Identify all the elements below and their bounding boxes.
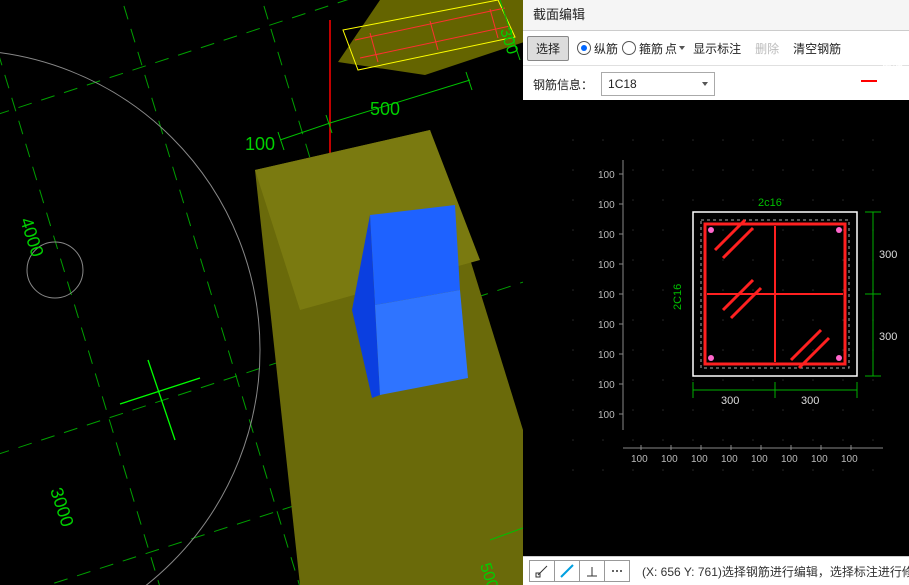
dim-3000: 3000: [46, 485, 77, 529]
legend-stirrup: 箍筋: [861, 74, 903, 88]
radio-dot-icon: [577, 41, 591, 55]
snap-midpoint-icon[interactable]: [555, 560, 580, 582]
rebar-info-row: 钢筋信息： 1C18: [523, 66, 909, 103]
section-vtick: 100: [598, 170, 615, 181]
section-vtick: 100: [598, 410, 615, 421]
radio-label: 纵筋: [594, 40, 618, 57]
section-left-label: 2C16: [672, 284, 684, 310]
clear-rebar-button[interactable]: 清空钢筋: [787, 40, 847, 57]
legend-swatch-corner: [861, 66, 877, 68]
section-dim-right-2: 300: [879, 331, 897, 343]
legend: 角筋 箍筋: [861, 60, 903, 88]
radio-stirrup[interactable]: 箍筋: [622, 40, 663, 57]
rebar-info-label: 钢筋信息：: [533, 76, 593, 93]
status-bar: (X: 656 Y: 761)选择钢筋进行编辑，选择标注进行修: [523, 556, 909, 585]
section-htick: 100: [691, 454, 708, 465]
dim-100: 100: [245, 134, 275, 154]
legend-label: 角筋: [881, 60, 903, 74]
section-vtick: 100: [598, 200, 615, 211]
status-message: )选择钢筋进行编辑，选择标注进行修: [718, 565, 909, 579]
status-fragment: (X:: [642, 565, 661, 579]
status-fragment: Y:: [681, 565, 698, 579]
delete-button[interactable]: 删除: [749, 40, 785, 57]
section-htick: 100: [811, 454, 828, 465]
section-htick: 100: [721, 454, 738, 465]
section-vtick: 100: [598, 290, 615, 301]
snap-perpendicular-icon[interactable]: [580, 560, 605, 582]
section-vtick: 100: [598, 350, 615, 361]
panel-toolbar: 选择 纵筋 箍筋 点 显示标注 删除 清空钢筋: [523, 31, 909, 66]
snap-endpoint-icon[interactable]: [529, 560, 555, 582]
section-editor-panel: 截面编辑 选择 纵筋 箍筋 点 显示标注 删除 清空钢筋 钢筋信息： 1C18: [523, 0, 909, 585]
rebar-info-value: 1C18: [608, 77, 637, 91]
section-htick: 100: [781, 454, 798, 465]
dim-500: 500: [370, 99, 400, 119]
section-dim-bottom-1: 300: [721, 395, 739, 407]
status-text: (X: 656 Y: 761)选择钢筋进行编辑，选择标注进行修: [642, 563, 909, 580]
status-x: 656: [661, 565, 681, 579]
dim-4000: 4000: [16, 215, 47, 259]
point-dropdown[interactable]: 点: [665, 40, 685, 57]
section-htick: 100: [661, 454, 678, 465]
section-dim-right-1: 300: [879, 249, 897, 261]
model-viewport[interactable]: 100 500 300 4000 3000 500: [0, 0, 523, 585]
section-htick: 100: [631, 454, 648, 465]
select-button[interactable]: 选择: [527, 36, 569, 61]
show-annotation-button[interactable]: 显示标注: [687, 40, 747, 57]
section-vtick: 100: [598, 260, 615, 271]
section-vtick: 100: [598, 380, 615, 391]
status-y: 761: [698, 565, 718, 579]
section-vtick: 100: [598, 230, 615, 241]
chevron-down-icon: [702, 82, 708, 86]
legend-label: 箍筋: [881, 74, 903, 88]
snap-more-icon[interactable]: [605, 560, 630, 582]
section-dim-bottom-2: 300: [801, 395, 819, 407]
radio-dot-icon: [622, 41, 636, 55]
section-vtick: 100: [598, 320, 615, 331]
legend-swatch-stirrup: [861, 80, 877, 82]
section-canvas[interactable]: 100 100 100 100 100 100 100 100 100 100 100 100 100…: [523, 100, 909, 505]
panel-title: 截面编辑: [523, 0, 909, 31]
radio-label: 箍筋: [639, 40, 663, 57]
section-htick: 100: [841, 454, 858, 465]
rebar-info-combo[interactable]: 1C18: [601, 72, 715, 96]
point-label: 点: [665, 40, 677, 57]
section-htick: 100: [751, 454, 768, 465]
legend-corner: 角筋: [861, 60, 903, 74]
section-top-label: 2c16: [758, 197, 782, 209]
radio-longitudinal[interactable]: 纵筋: [577, 40, 618, 57]
chevron-down-icon: [679, 46, 685, 50]
